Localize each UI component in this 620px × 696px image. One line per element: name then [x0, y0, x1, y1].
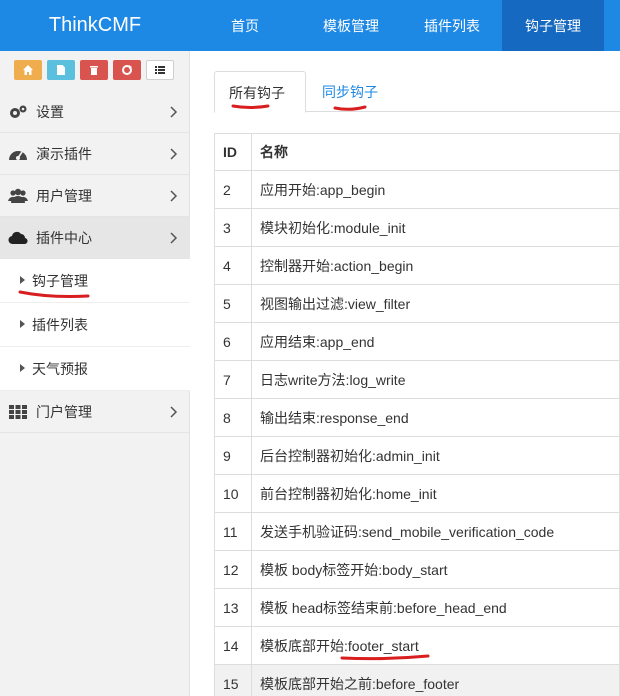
home-icon: [23, 65, 33, 75]
document-shortcut-button[interactable]: [47, 60, 75, 80]
hook-name-cell: 应用开始:app_begin: [251, 170, 620, 209]
gears-icon: [10, 105, 27, 118]
file-icon: [57, 65, 65, 75]
hook-id-cell: 14: [214, 626, 252, 665]
top-navbar: ThinkCMF 首页 模板管理 插件列表 钩子管理: [0, 0, 620, 51]
sidebar-item-settings[interactable]: 设置: [0, 91, 190, 133]
sidebar-item-label: 演示插件: [36, 146, 92, 162]
nav-plugin-list[interactable]: 插件列表: [402, 0, 502, 51]
sidebar-item-user-management[interactable]: 用户管理: [0, 175, 190, 217]
recycle-icon: [122, 65, 132, 75]
table-row: 9 后台控制器初始化:admin_init: [214, 436, 620, 475]
hook-tabs: 所有钩子 同步钩子: [214, 71, 620, 113]
sidebar-item-label: 门户管理: [36, 404, 92, 420]
hook-name-cell: 模板 head标签结束前:before_head_end: [251, 588, 620, 627]
clear-cache-shortcut-button[interactable]: [80, 60, 108, 80]
hook-name-cell: 模板底部开始之前:before_footer: [251, 664, 620, 696]
submenu-item-label: 插件列表: [32, 317, 88, 333]
sidebar-item-portal-management[interactable]: 门户管理: [0, 391, 190, 433]
brand-logo[interactable]: ThinkCMF: [0, 0, 190, 51]
sidebar-item-label: 插件中心: [36, 230, 92, 246]
table-row: 3 模块初始化:module_init: [214, 208, 620, 247]
grid-icon: [9, 405, 27, 419]
hook-id-cell: 7: [214, 360, 252, 399]
chevron-right-icon: [170, 232, 178, 244]
hook-name-cell: 模板底部开始:footer_start: [251, 626, 620, 665]
sidebar-item-label: 用户管理: [36, 188, 92, 204]
hook-name-cell: 模板 body标签开始:body_start: [251, 550, 620, 589]
list-icon: [155, 66, 165, 74]
chevron-right-icon: [170, 190, 178, 202]
column-header-name: 名称: [251, 133, 620, 171]
table-row: 12 模板 body标签开始:body_start: [214, 550, 620, 589]
chevron-right-icon: [170, 406, 178, 418]
hook-name-cell: 后台控制器初始化:admin_init: [251, 436, 620, 475]
hook-name-cell: 应用结束:app_end: [251, 322, 620, 361]
hook-id-cell: 9: [214, 436, 252, 475]
hook-id-cell: 10: [214, 474, 252, 513]
hook-name-cell: 视图输出过滤:view_filter: [251, 284, 620, 323]
hook-id-cell: 13: [214, 588, 252, 627]
table-row: 7 日志write方法:log_write: [214, 360, 620, 399]
table-row: 11 发送手机验证码:send_mobile_verification_code: [214, 512, 620, 551]
main-content: 所有钩子 同步钩子 ID 名称 2 应用开始:app_begin 3 模块初始化:mo…: [191, 51, 620, 696]
column-header-id: ID: [214, 133, 252, 171]
sidebar-item-demo-plugin[interactable]: 演示插件: [0, 133, 190, 175]
hook-id-cell: 6: [214, 322, 252, 361]
hook-id-cell: 15: [214, 664, 252, 696]
hook-id-cell: 11: [214, 512, 252, 551]
trash-icon: [90, 66, 98, 75]
hook-name-cell: 模块初始化:module_init: [251, 208, 620, 247]
submenu-item-weather[interactable]: 天气预报: [0, 347, 190, 391]
table-row: 5 视图输出过滤:view_filter: [214, 284, 620, 323]
dashboard-icon: [9, 151, 27, 160]
caret-right-icon: [20, 364, 25, 372]
hook-id-cell: 8: [214, 398, 252, 437]
table-header-row: ID 名称: [214, 133, 620, 171]
caret-right-icon: [20, 276, 25, 284]
sidebar: 设置 演示插件 用户管理 插件中心 钩子管理 插件列表 天气预报 门户管理: [0, 51, 190, 696]
tab-sync-hooks[interactable]: 同步钩子: [308, 71, 392, 112]
list-shortcut-button[interactable]: [146, 60, 174, 80]
table-row: 6 应用结束:app_end: [214, 322, 620, 361]
cloud-icon: [8, 231, 28, 245]
hook-id-cell: 5: [214, 284, 252, 323]
hook-name-cell: 日志write方法:log_write: [251, 360, 620, 399]
hook-name-cell: 输出结束:response_end: [251, 398, 620, 437]
caret-right-icon: [20, 320, 25, 328]
hooks-table: ID 名称 2 应用开始:app_begin 3 模块初始化:module_init 4…: [214, 133, 620, 696]
shortcut-bar: [0, 51, 190, 91]
submenu-item-plugin-list[interactable]: 插件列表: [0, 303, 190, 347]
nav-template-management[interactable]: 模板管理: [300, 0, 402, 51]
submenu-item-label: 钩子管理: [32, 273, 88, 289]
sidebar-item-plugin-center[interactable]: 插件中心: [0, 217, 190, 259]
table-row: 2 应用开始:app_begin: [214, 170, 620, 209]
table-row: 8 输出结束:response_end: [214, 398, 620, 437]
hook-id-cell: 12: [214, 550, 252, 589]
table-row: 10 前台控制器初始化:home_init: [214, 474, 620, 513]
table-row: 4 控制器开始:action_begin: [214, 246, 620, 285]
chevron-right-icon: [170, 148, 178, 160]
users-icon: [8, 188, 28, 203]
nav-home[interactable]: 首页: [190, 0, 300, 51]
hook-name-cell: 前台控制器初始化:home_init: [251, 474, 620, 513]
hook-id-cell: 3: [214, 208, 252, 247]
table-row: 13 模板 head标签结束前:before_head_end: [214, 588, 620, 627]
hook-name-cell: 发送手机验证码:send_mobile_verification_code: [251, 512, 620, 551]
submenu-item-hook-management[interactable]: 钩子管理: [0, 259, 190, 303]
home-shortcut-button[interactable]: [14, 60, 42, 80]
table-row: 15 模板底部开始之前:before_footer: [214, 664, 620, 696]
table-row: 14 模板底部开始:footer_start: [214, 626, 620, 665]
hook-name-cell: 控制器开始:action_begin: [251, 246, 620, 285]
submenu-item-label: 天气预报: [32, 361, 88, 377]
hook-id-cell: 4: [214, 246, 252, 285]
chevron-right-icon: [170, 106, 178, 118]
sidebar-item-label: 设置: [36, 104, 64, 120]
recycle-shortcut-button[interactable]: [113, 60, 141, 80]
hook-id-cell: 2: [214, 170, 252, 209]
nav-hook-management[interactable]: 钩子管理: [502, 0, 604, 51]
tab-all-hooks[interactable]: 所有钩子: [214, 71, 306, 113]
